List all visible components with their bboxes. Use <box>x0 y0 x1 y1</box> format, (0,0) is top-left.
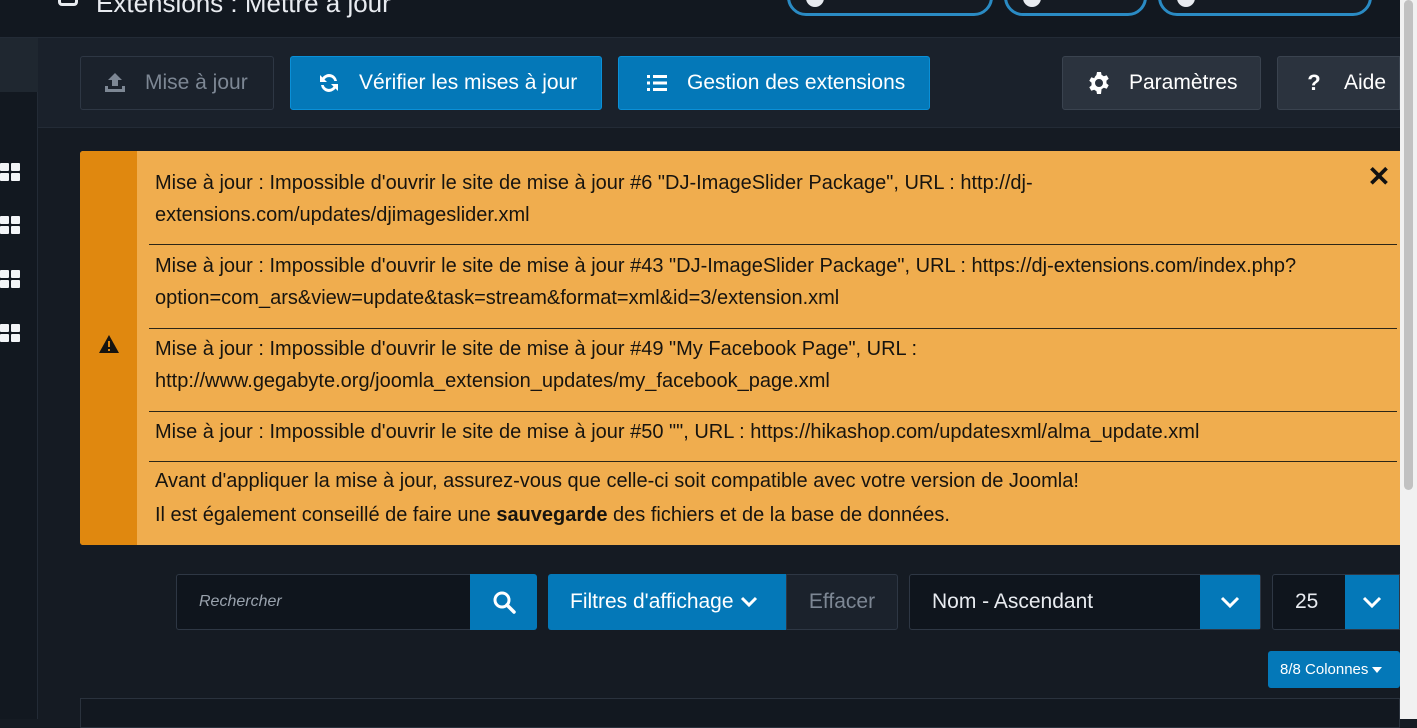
search-button[interactable] <box>470 574 537 630</box>
alert-notice-line2: Il est également conseillé de faire une … <box>155 499 1397 531</box>
manage-extensions-label: Gestion des extensions <box>687 71 906 94</box>
sort-select-value: Nom - Ascendant <box>932 590 1094 613</box>
alert-icon-column <box>80 151 137 545</box>
upload-icon <box>105 73 125 92</box>
columns-toggle-label: 8/8 Colonnes <box>1280 661 1369 678</box>
header-site-button[interactable] <box>1158 0 1372 16</box>
check-updates-label: Vérifier les mises à jour <box>359 71 578 94</box>
search-icon <box>493 591 516 614</box>
alert-message: Mise à jour : Impossible d'ouvrir le sit… <box>155 421 1200 443</box>
filter-options-label: Filtres d'affichage <box>570 590 734 613</box>
user-icon <box>806 0 824 7</box>
alert-message: Mise à jour : Impossible d'ouvrir le sit… <box>155 172 1033 226</box>
page-title: Extensions : Mettre à jour <box>96 0 391 18</box>
check-updates-button[interactable]: Vérifier les mises à jour <box>290 56 602 110</box>
warning-alert: ✕ Mise à jour : Impossible d'ouvrir le s… <box>80 151 1400 545</box>
columns-toggle-button[interactable]: 8/8 Colonnes <box>1268 651 1400 688</box>
options-button[interactable]: Paramètres <box>1062 56 1261 110</box>
help-button[interactable]: ? Aide <box>1277 56 1400 110</box>
update-button[interactable]: Mise à jour <box>80 56 274 110</box>
help-label: Aide <box>1344 71 1387 94</box>
question-icon: ? <box>1307 70 1321 95</box>
page-scrollbar[interactable] <box>1400 0 1417 719</box>
header-bar: Extensions : Mettre à jour <box>0 0 1400 38</box>
globe-icon <box>1177 0 1195 7</box>
gear-icon <box>1089 72 1109 94</box>
alert-notice-line1: Avant d'appliquer la mise à jour, assure… <box>155 470 1079 492</box>
notice-text: des fichiers et de la base de données. <box>607 504 950 526</box>
chevron-down-icon <box>740 596 757 608</box>
limit-select[interactable]: 25 <box>1272 574 1400 630</box>
alert-divider <box>149 244 1397 245</box>
alert-divider <box>149 461 1397 462</box>
manage-extensions-button[interactable]: Gestion des extensions <box>618 56 930 110</box>
chevron-down-icon <box>1220 596 1240 608</box>
search-input[interactable] <box>176 574 471 630</box>
sidebar-toggle[interactable] <box>0 38 38 92</box>
sidebar-item-components-icon[interactable] <box>0 270 21 290</box>
header-user-menu-button[interactable] <box>787 0 993 16</box>
limit-select-value: 25 <box>1295 590 1319 613</box>
alert-message: Mise à jour : Impossible d'ouvrir le sit… <box>155 255 1297 309</box>
update-button-label: Mise à jour <box>145 71 248 94</box>
puzzle-icon <box>58 0 78 6</box>
notice-text: Il est également conseillé de faire une <box>155 504 497 526</box>
alert-divider <box>149 328 1397 329</box>
extensions-table <box>80 698 1400 728</box>
filter-options-button[interactable]: Filtres d'affichage <box>548 574 786 630</box>
sidebar-item-content-icon[interactable] <box>0 216 21 236</box>
limit-select-caret[interactable] <box>1345 575 1399 629</box>
caret-down-icon <box>1372 666 1383 673</box>
bell-icon <box>1023 0 1041 7</box>
notice-bold-text: sauvegarde <box>496 504 608 526</box>
clear-button[interactable]: Effacer <box>786 574 898 630</box>
toolbar: Mise à jour Vérifier les mises à jour Ge… <box>38 38 1400 128</box>
alert-divider <box>149 411 1397 412</box>
alert-message: Mise à jour : Impossible d'ouvrir le sit… <box>155 338 918 392</box>
list-icon <box>647 75 667 91</box>
options-label: Paramètres <box>1129 71 1238 94</box>
sidebar-item-system-icon[interactable] <box>0 324 21 344</box>
header-notifications-button[interactable] <box>1004 0 1147 16</box>
chevron-down-icon <box>1362 596 1382 608</box>
refresh-icon <box>320 74 338 92</box>
alert-notice: Avant d'appliquer la mise à jour, assure… <box>149 465 1397 531</box>
sidebar <box>0 38 38 719</box>
sort-select[interactable]: Nom - Ascendant <box>909 574 1261 630</box>
scrollbar-thumb[interactable] <box>1404 0 1413 490</box>
warning-icon <box>99 335 119 353</box>
sidebar-item-dashboard-icon[interactable] <box>0 163 21 183</box>
sort-select-caret[interactable] <box>1200 575 1260 629</box>
